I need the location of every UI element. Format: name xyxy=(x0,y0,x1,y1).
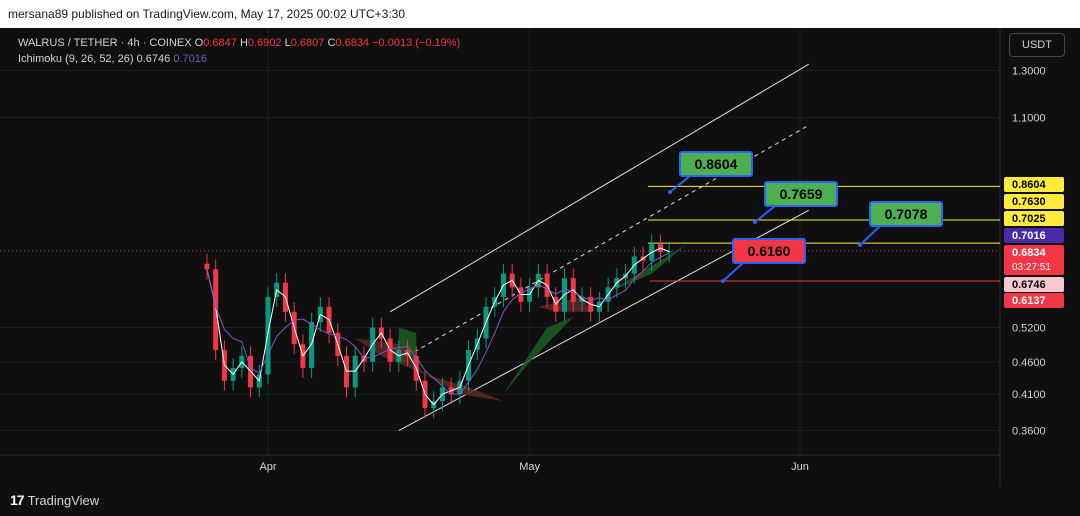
callout-label: 0.7078 xyxy=(885,206,928,222)
ichimoku-cloud xyxy=(608,244,687,293)
currency-button[interactable]: USDT xyxy=(1009,33,1065,57)
open-label: O xyxy=(194,37,204,49)
callout-label: 0.8604 xyxy=(695,156,738,172)
price-chart[interactable]: 1.3000 1.1000 0.5200 0.4600 0.4100 0.3600 Apr M… xyxy=(0,0,1080,516)
x-tick-label: Apr xyxy=(259,461,276,473)
indicator-value-2: 0.7016 xyxy=(173,53,207,65)
callout-pointer xyxy=(859,225,881,246)
callout-anchor xyxy=(753,220,757,224)
y-tick-label: 0.4100 xyxy=(1012,389,1046,401)
callout-pointer xyxy=(669,175,691,193)
price-tag-label: 0.8604 xyxy=(1012,179,1047,191)
y-tick-label: 1.3000 xyxy=(1012,66,1046,78)
callout-anchor xyxy=(721,279,725,283)
price-tag-label: 0.7016 xyxy=(1012,230,1046,242)
y-tick-label: 0.3600 xyxy=(1012,426,1046,438)
indicator-label: Ichimoku (9, 26, 52, 26) xyxy=(18,53,134,65)
tradingview-name: TradingView xyxy=(27,492,100,508)
callout-anchor xyxy=(858,243,862,247)
high-value: 0.6902 xyxy=(247,37,282,49)
candle-body xyxy=(309,322,315,369)
x-tick-label: Jun xyxy=(791,461,809,473)
price-tag-countdown: 03:27:51 xyxy=(1012,262,1051,273)
chart-legend: WALRUS / TETHER · 4h · COINEX O0.6847 H0… xyxy=(18,37,460,69)
callout-label: 0.7659 xyxy=(780,186,823,202)
y-tick-label: 0.5200 xyxy=(1012,323,1046,335)
callout-pointer xyxy=(722,262,744,282)
candle-body xyxy=(204,263,210,270)
change-value: −0.0013 (−0.19%) xyxy=(372,37,461,49)
price-tag-label: 0.7025 xyxy=(1012,213,1046,225)
close-value: 0.6834 xyxy=(335,37,370,49)
low-value: 0.6807 xyxy=(290,37,325,49)
y-tick-label: 0.4600 xyxy=(1012,357,1046,369)
indicator-value-1: 0.6746 xyxy=(136,53,171,65)
price-tag-label: 0.6137 xyxy=(1012,295,1046,307)
x-tick-label: May xyxy=(519,461,540,473)
callout-label: 0.6160 xyxy=(748,243,791,259)
footer-bar xyxy=(0,486,1080,516)
tradingview-mark-icon: 17 xyxy=(10,492,25,508)
y-tick-label: 1.1000 xyxy=(1012,112,1046,124)
price-tag-label: 0.6746 xyxy=(1012,279,1046,291)
price-tag-label: 0.7630 xyxy=(1012,196,1046,208)
price-tag-label: 0.6834 xyxy=(1012,247,1047,259)
callout-anchor xyxy=(668,190,672,194)
channel-upper xyxy=(389,63,809,313)
tradingview-logo: 17 TradingView xyxy=(10,492,99,508)
open-value: 0.6847 xyxy=(203,37,237,49)
high-label: H xyxy=(239,37,248,49)
symbol-label: WALRUS / TETHER · 4h · COINEX xyxy=(18,37,192,49)
